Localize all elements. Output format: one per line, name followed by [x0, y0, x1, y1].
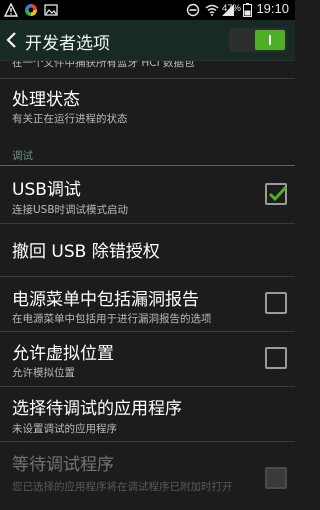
item-subtitle: 有关正在运行进程的状态: [12, 113, 128, 125]
item-subtitle: 允许模拟位置: [12, 367, 75, 379]
item-title: 处理状态: [12, 90, 80, 110]
usb-debugging-checkbox[interactable]: [265, 183, 288, 205]
developer-options-switch[interactable]: [229, 28, 287, 52]
switch-knob: [255, 30, 285, 50]
settings-list[interactable]: 在一个文件中捕获所有蓝牙 HCI 数据包 处理状态 有关正在运行进程的状态 调试…: [0, 61, 295, 510]
item-subtitle: 连接USB时调试模式启动: [12, 204, 129, 216]
item-subtitle: 在一个文件中捕获所有蓝牙 HCI 数据包: [12, 61, 195, 69]
item-title: USB调试: [12, 180, 81, 200]
item-subtitle: 未设置调试的应用程序: [12, 423, 117, 435]
list-item-wait-for-debugger[interactable]: 等待调试程序 您已选择的应用程序将在调试程序已附加时打开: [0, 442, 295, 510]
section-header-debugging: 调试: [12, 150, 33, 162]
list-item-bluetooth-hci[interactable]: 在一个文件中捕获所有蓝牙 HCI 数据包: [0, 61, 295, 77]
back-chevron-icon[interactable]: [4, 30, 20, 50]
warning-icon: [4, 3, 18, 17]
list-item-bug-report-power-menu[interactable]: 电源菜单中包括漏洞报告 在电源菜单中包括用于进行漏洞报告的选项: [0, 277, 295, 331]
item-subtitle: 您已选择的应用程序将在调试程序已附加时打开: [12, 481, 233, 493]
item-subtitle: 在电源菜单中包括用于进行漏洞报告的选项: [12, 313, 212, 325]
wait-for-debugger-checkbox[interactable]: [265, 467, 287, 489]
mock-location-checkbox[interactable]: [265, 347, 287, 369]
status-bar: 47% 19:10: [0, 0, 295, 20]
item-title: 允许虚拟位置: [12, 344, 114, 364]
item-title: 等待调试程序: [12, 455, 114, 475]
item-title: 选择待调试的应用程序: [12, 399, 182, 419]
color-circle-icon: [25, 4, 37, 16]
action-bar: 开发者选项: [0, 20, 295, 61]
battery-icon: [243, 3, 252, 17]
page-title[interactable]: 开发者选项: [25, 29, 110, 54]
item-title: 电源菜单中包括漏洞报告: [12, 290, 199, 310]
list-item-select-debug-app[interactable]: 选择待调试的应用程序 未设置调试的应用程序: [0, 387, 295, 441]
item-title: 撤回 USB 除错授权: [12, 242, 160, 262]
image-icon: [44, 4, 58, 16]
bug-report-checkbox[interactable]: [265, 292, 287, 314]
list-item-usb-debugging[interactable]: USB调试 连接USB时调试模式启动: [0, 166, 295, 222]
battery-percent: 47%: [221, 3, 241, 14]
list-item-mock-location[interactable]: 允许虚拟位置 允许模拟位置: [0, 332, 295, 386]
checkmark-icon: [268, 185, 288, 202]
list-item-process-stats[interactable]: 处理状态 有关正在运行进程的状态: [0, 79, 295, 135]
wifi-icon: [205, 4, 219, 16]
list-item-revoke-usb-auth[interactable]: 撤回 USB 除错授权: [0, 224, 295, 276]
clock: 19:10: [256, 1, 289, 16]
no-entry-icon: [186, 3, 200, 17]
